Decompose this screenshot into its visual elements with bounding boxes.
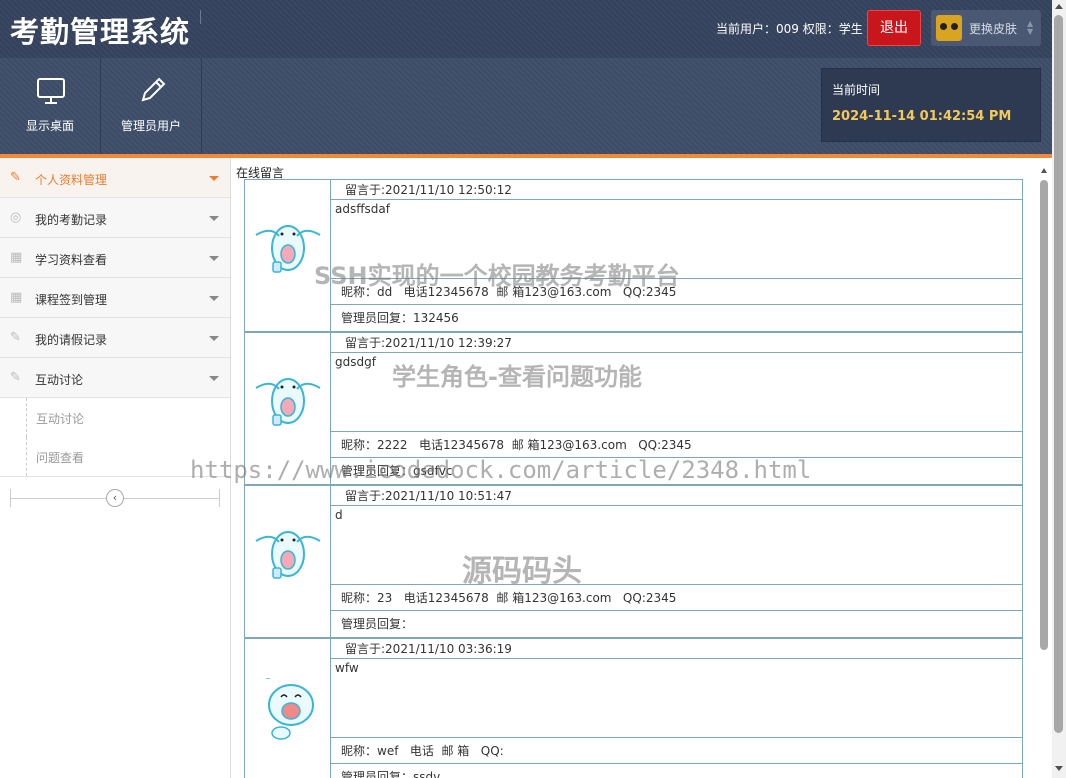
chevron-down-icon bbox=[209, 296, 219, 301]
sidebar-subitem-label: 问题查看 bbox=[36, 451, 85, 465]
chevron-down-icon bbox=[209, 216, 219, 221]
watermark-text: 学生角色-查看问题功能 bbox=[392, 363, 642, 391]
current-time-panel: 当前时间 2024-11-14 01:42:54 PM bbox=[821, 68, 1041, 142]
sidebar-subitem-discussion[interactable]: 互动讨论 bbox=[26, 398, 230, 437]
sidebar-item-label: 我的请假记录 bbox=[35, 333, 108, 347]
message-date: 留言于:2021/11/10 03:36:19 bbox=[331, 639, 1022, 659]
app-title: 考勤管理系统 bbox=[10, 15, 191, 49]
chevron-down-icon bbox=[209, 376, 219, 381]
window-scrollbar-thumb[interactable] bbox=[1054, 15, 1063, 733]
collapse-bar-edge bbox=[10, 489, 11, 507]
show-desktop-label: 显示桌面 bbox=[25, 119, 74, 133]
pencil-icon: ✎ bbox=[10, 170, 21, 185]
avatar-cell: ~ bbox=[245, 639, 331, 778]
message-contact-info: 昵称：wef 电话 邮 箱 QQ: bbox=[331, 738, 1022, 764]
message-date: 留言于:2021/11/10 12:50:12 bbox=[331, 180, 1022, 200]
monitor-icon bbox=[37, 78, 65, 104]
watermark-url: https://www.icodedock.com/article/2348.h… bbox=[190, 456, 812, 484]
current-user-info: 当前用户：009 权限：学生 bbox=[716, 22, 863, 36]
message-body: d bbox=[331, 506, 1022, 585]
sidebar-item-profile[interactable]: ✎ 个人资料管理 bbox=[0, 158, 230, 198]
change-skin-select[interactable]: 更换皮肤 ▲ ▼ bbox=[931, 10, 1041, 46]
pencil-icon: ✎ bbox=[10, 370, 21, 385]
title-divider bbox=[200, 10, 201, 24]
show-desktop-button[interactable]: 显示桌面 bbox=[0, 58, 101, 154]
sidebar-item-label: 个人资料管理 bbox=[35, 173, 108, 187]
top-header: 考勤管理系统 当前用户：009 权限：学生 退出 更换皮肤 ▲ ▼ bbox=[0, 0, 1052, 58]
sidebar-item-course-checkin[interactable]: ▦ 课程签到管理 bbox=[0, 278, 230, 318]
message-contact-info: 昵称：2222 电话12345678 邮 箱123@163.com QQ:234… bbox=[331, 432, 1022, 458]
avatar-cell bbox=[245, 486, 331, 637]
collapse-bar-edge bbox=[219, 489, 220, 507]
admin-user-label: 管理员用户 bbox=[120, 119, 181, 133]
watermark-text: 源码码头 bbox=[462, 554, 582, 589]
sidebar-item-label: 互动讨论 bbox=[35, 373, 84, 387]
pencil-icon: ✎ bbox=[10, 330, 21, 345]
grid-icon: ▦ bbox=[10, 250, 23, 265]
message-contact-info: 昵称：23 电话12345678 邮 箱123@163.com QQ:2345 bbox=[331, 585, 1022, 611]
content-scrollbar[interactable] bbox=[1039, 162, 1050, 778]
avatar-icon: ~ bbox=[265, 675, 314, 740]
scroll-up-icon[interactable] bbox=[1041, 168, 1047, 173]
message-date: 留言于:2021/11/10 12:39:27 bbox=[331, 333, 1022, 353]
content-scrollbar-thumb[interactable] bbox=[1040, 180, 1048, 650]
chevron-down-icon bbox=[209, 336, 219, 341]
sidebar-subitem-label: 互动讨论 bbox=[36, 412, 85, 426]
admin-reply: 管理员回复： bbox=[341, 617, 414, 631]
sidebar-item-materials[interactable]: ▦ 学习资料查看 bbox=[0, 238, 230, 278]
chevron-down-icon bbox=[209, 256, 219, 261]
chevron-updown-icon: ▲ ▼ bbox=[1027, 19, 1034, 36]
sidebar-item-leave[interactable]: ✎ 我的请假记录 bbox=[0, 318, 230, 358]
window-scrollbar[interactable] bbox=[1052, 0, 1066, 778]
scroll-down-icon[interactable] bbox=[1055, 766, 1063, 771]
message-date: 留言于:2021/11/10 10:51:47 bbox=[331, 486, 1022, 506]
sidebar-item-attendance[interactable]: ◎ 我的考勤记录 bbox=[0, 198, 230, 238]
message-body: wfw bbox=[331, 659, 1022, 738]
logout-button[interactable]: 退出 bbox=[867, 10, 921, 46]
scroll-up-icon[interactable] bbox=[1055, 4, 1063, 9]
admin-reply: 管理员回复：132456 bbox=[341, 311, 459, 325]
message-card: 留言于:2021/11/10 10:51:47 d 昵称：23 电话123456… bbox=[244, 485, 1023, 638]
svg-text:~: ~ bbox=[265, 675, 271, 683]
sidebar-item-label: 课程签到管理 bbox=[35, 293, 108, 307]
admin-user-button[interactable]: 管理员用户 bbox=[101, 58, 202, 154]
pencil-icon bbox=[141, 77, 166, 102]
lifebuoy-icon: ◎ bbox=[10, 210, 22, 225]
sidebar-item-label: 学习资料查看 bbox=[35, 253, 108, 267]
chevron-down-icon bbox=[209, 176, 219, 181]
collapse-sidebar-button[interactable]: ‹ bbox=[106, 489, 124, 507]
skin-label: 更换皮肤 bbox=[969, 22, 1018, 36]
current-time-value: 2024-11-14 01:42:54 PM bbox=[832, 109, 1012, 124]
grid-icon: ▦ bbox=[10, 290, 23, 305]
sidebar-item-label: 我的考勤记录 bbox=[35, 213, 108, 227]
watermark-text: SSH实现的一个校园教务考勤平台 bbox=[314, 262, 680, 290]
current-time-label: 当前时间 bbox=[832, 83, 881, 97]
toolbar: 显示桌面 管理员用户 当前时间 2024-11-14 01:42:54 PM bbox=[0, 58, 1052, 154]
admin-reply: 管理员回复：ssdv bbox=[341, 770, 441, 778]
avatar-icon bbox=[255, 531, 321, 579]
sidebar-collapse-bar: ‹ bbox=[10, 489, 220, 507]
sidebar-item-discussion[interactable]: ✎ 互动讨论 bbox=[0, 358, 230, 398]
message-card: ~ 留言于:2021/11/10 03:36:19 wfw 昵称：wef 电话 … bbox=[244, 638, 1023, 778]
avatar-icon bbox=[255, 378, 321, 426]
skin-avatar-icon bbox=[936, 15, 962, 41]
